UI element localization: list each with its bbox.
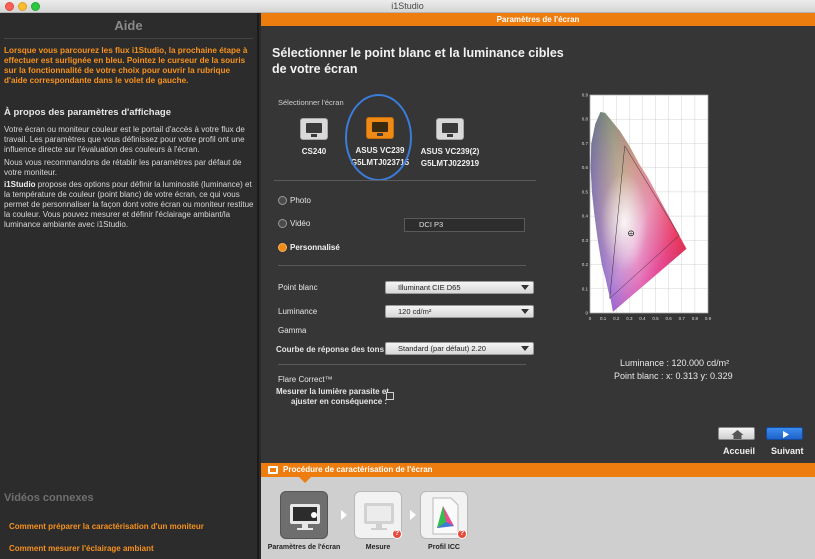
help-panel: Aide Lorsque vous parcourez les flux i1S… — [0, 13, 259, 559]
help-paragraph-3: i1Studio propose des options pour défini… — [4, 180, 254, 230]
help-paragraph-2: Nous vous recommandons de rétablir les p… — [4, 158, 242, 177]
y-tick-label: 0.6 — [582, 165, 589, 170]
next-button[interactable] — [766, 427, 803, 440]
white-point-select[interactable]: Illuminant CIE D65 — [385, 281, 534, 294]
help-heading: À propos des paramètres d'affichage — [4, 107, 171, 118]
workflow-header: Procédure de caractérisation de l'écran — [261, 463, 815, 477]
radio-indicator-selected — [278, 243, 287, 252]
tone-curve-label: Courbe de réponse des tons : — [276, 345, 389, 354]
y-tick-label: 0 — [585, 311, 588, 316]
white-point-readout: Point blanc : x: 0.313 y: 0.329 — [614, 371, 733, 381]
workflow-step-label: Profil ICC — [428, 544, 460, 551]
divider — [278, 265, 526, 266]
selection-highlight-ring — [345, 94, 412, 181]
y-tick-label: 0.9 — [582, 93, 589, 98]
title-bar: i1Studio — [0, 0, 815, 13]
warning-badge-icon: ? — [457, 529, 467, 539]
chevron-down-icon — [521, 285, 529, 290]
help-divider — [4, 38, 253, 39]
workflow-title: Procédure de caractérisation de l'écran — [283, 465, 433, 474]
divider — [274, 180, 536, 181]
divider — [278, 364, 526, 365]
y-tick-label: 0.2 — [582, 262, 589, 267]
workflow-step-label: Paramètres de l'écran — [267, 544, 341, 551]
tone-curve-select[interactable]: Standard (par défaut) 2.20 — [385, 342, 534, 355]
monitor-cs240[interactable]: CS240 — [284, 118, 344, 158]
y-tick-label: 0.3 — [582, 238, 589, 243]
help-title: Aide — [114, 18, 143, 33]
flare-measure-line-1: Mesurer la lumière parasite et — [276, 387, 389, 396]
x-tick-label: 0.5 — [652, 316, 659, 321]
x-tick-label: 0.6 — [666, 316, 673, 321]
radio-custom[interactable]: Personnalisé — [278, 243, 340, 252]
video-link-prepare[interactable]: Comment préparer la caractérisation d'un… — [9, 522, 204, 531]
help-intro: Lorsque vous parcourez les flux i1Studio… — [4, 46, 248, 85]
radio-video-label: Vidéo — [290, 219, 311, 228]
videos-title: Vidéos connexes — [4, 492, 94, 504]
warning-badge-icon: ? — [392, 529, 402, 539]
radio-indicator — [278, 196, 287, 205]
x-tick-label: 0.2 — [613, 316, 620, 321]
page-title: Sélectionner le point blanc et la lumina… — [272, 46, 564, 76]
y-tick-label: 0.1 — [582, 286, 589, 291]
flare-measure-line-2: ajuster en conséquence : — [291, 397, 388, 406]
y-tick-label: 0.7 — [582, 141, 589, 146]
workflow-caret — [299, 477, 311, 483]
arrow-right-icon — [341, 510, 347, 520]
y-tick-label: 0.8 — [582, 117, 589, 122]
tone-curve-value: Standard (par défaut) 2.20 — [398, 344, 486, 353]
next-button-label: Suivant — [771, 446, 804, 456]
white-point-value: Illuminant CIE D65 — [398, 283, 461, 292]
y-tick-label: 0.4 — [582, 214, 589, 219]
monitor-serial: G5LMTJ022919 — [420, 159, 480, 168]
luminance-value: 120 cd/m² — [398, 307, 432, 316]
display-icon — [268, 466, 278, 474]
display-settings-icon — [290, 504, 320, 530]
monitor-asus-vc239-2[interactable]: ASUS VC239(2) G5LMTJ022919 — [417, 118, 483, 170]
x-tick-label: 0.1 — [600, 316, 607, 321]
luminance-label: Luminance — [278, 307, 318, 316]
gamma-label: Gamma — [278, 326, 307, 335]
x-tick-label: 0.8 — [692, 316, 699, 321]
radio-photo[interactable]: Photo — [278, 196, 311, 205]
radio-photo-label: Photo — [290, 196, 311, 205]
home-button[interactable] — [718, 427, 755, 440]
play-arrow-icon — [783, 431, 789, 438]
monitor-icon — [436, 118, 464, 140]
video-link-ambient[interactable]: Comment mesurer l'éclairage ambiant — [9, 544, 154, 553]
window-title: i1Studio — [391, 1, 424, 11]
radio-video[interactable]: Vidéo — [278, 219, 310, 228]
flare-correct-label: Flare Correct™ — [278, 375, 333, 384]
home-button-label: Accueil — [723, 446, 756, 456]
white-point-label: Point blanc — [278, 283, 318, 292]
x-tick-label: 0.3 — [626, 316, 633, 321]
radio-indicator — [278, 219, 287, 228]
app-window: i1Studio Aide Lorsque vous parcourez les… — [0, 0, 815, 559]
flare-correct-checkbox[interactable] — [386, 392, 394, 400]
help-paragraph-3-text: propose des options pour définir la lumi… — [4, 180, 254, 229]
help-paragraph-1: Votre écran ou moniteur couleur est le p… — [4, 125, 245, 154]
video-standard-field[interactable]: DCI P3 — [404, 218, 525, 232]
monitor-name: ASUS VC239(2) — [420, 147, 480, 156]
home-icon — [731, 430, 744, 439]
main-header: Paramètres de l'écran — [261, 13, 815, 26]
workflow-step-display-settings[interactable] — [280, 491, 328, 539]
y-tick-label: 0.5 — [582, 189, 589, 194]
chevron-down-icon — [521, 346, 529, 351]
select-display-label: Sélectionner l'écran — [278, 98, 344, 107]
x-tick-label: 0.7 — [679, 316, 686, 321]
monitor-name: CS240 — [301, 147, 327, 156]
arrow-right-icon — [410, 510, 416, 520]
help-brand: i1Studio — [4, 180, 36, 189]
monitor-icon — [300, 118, 328, 140]
luminance-select[interactable]: 120 cd/m² — [385, 305, 534, 318]
chevron-down-icon — [521, 309, 529, 314]
x-tick-label: 0.9 — [705, 316, 712, 321]
chromaticity-chart: 0 0.1 0.2 0.3 0.4 0.5 0.6 0.7 0.8 0.9 0 0.1 0.2 0.3 0.… — [582, 93, 712, 322]
luminance-readout: Luminance : 120.000 cd/m² — [620, 358, 730, 368]
x-tick-label: 0 — [589, 316, 592, 321]
radio-custom-label: Personnalisé — [290, 243, 340, 252]
x-tick-label: 0.4 — [639, 316, 646, 321]
